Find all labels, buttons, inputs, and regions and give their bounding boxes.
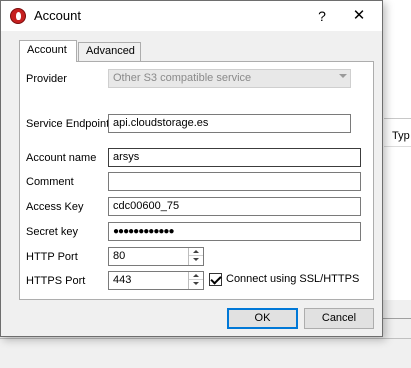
ok-button[interactable]: OK <box>227 308 298 329</box>
help-icon[interactable]: ? <box>311 5 333 27</box>
provider-label: Provider <box>26 73 67 85</box>
https-port-stepper[interactable]: 443 <box>108 271 204 290</box>
tab-account[interactable]: Account <box>19 40 77 62</box>
service-endpoint-input[interactable]: api.cloudstorage.es <box>108 114 351 133</box>
provider-value: Other S3 compatible service <box>113 72 252 84</box>
secret-key-input[interactable]: ●●●●●●●●●●●● <box>108 222 361 241</box>
app-logo-icon <box>10 8 26 24</box>
dialog-title: Account <box>34 8 81 23</box>
background-divider <box>384 118 411 119</box>
http-port-stepper[interactable]: 80 <box>108 247 204 266</box>
background-divider <box>384 146 411 147</box>
account-name-input[interactable]: arsys <box>108 148 361 167</box>
chevron-down-icon <box>339 74 347 81</box>
account-name-label: Account name <box>26 152 97 164</box>
http-port-label: HTTP Port <box>26 251 78 263</box>
https-port-label: HTTPS Port <box>26 275 86 287</box>
account-dialog: Account ? ✕ Account Advanced Provider Ot… <box>0 0 383 337</box>
comment-input[interactable] <box>108 172 361 191</box>
http-port-value: 80 <box>113 250 126 262</box>
tab-advanced[interactable]: Advanced <box>78 42 141 61</box>
spin-up-icon[interactable] <box>189 248 203 256</box>
https-port-spin-buttons <box>188 272 203 289</box>
comment-label: Comment <box>26 176 74 188</box>
spin-up-icon[interactable] <box>189 272 203 280</box>
spin-down-icon[interactable] <box>189 256 203 264</box>
https-port-value: 443 <box>113 274 132 286</box>
ssl-checkbox-label[interactable]: Connect using SSL/HTTPS <box>226 273 359 285</box>
secret-key-label: Secret key <box>26 226 78 238</box>
service-endpoint-label: Service Endpoint <box>26 118 110 130</box>
background-divider <box>0 338 411 339</box>
access-key-input[interactable]: cdc00600_75 <box>108 197 361 216</box>
provider-select: Other S3 compatible service <box>108 69 351 88</box>
ssl-checkbox[interactable] <box>209 273 222 286</box>
spin-down-icon[interactable] <box>189 280 203 288</box>
cancel-button[interactable]: Cancel <box>304 308 374 329</box>
close-icon[interactable]: ✕ <box>347 5 371 27</box>
background-column-header[interactable]: Typ <box>392 130 410 142</box>
title-bar[interactable]: Account ? ✕ <box>1 1 382 31</box>
http-port-spin-buttons <box>188 248 203 265</box>
access-key-label: Access Key <box>26 201 84 213</box>
